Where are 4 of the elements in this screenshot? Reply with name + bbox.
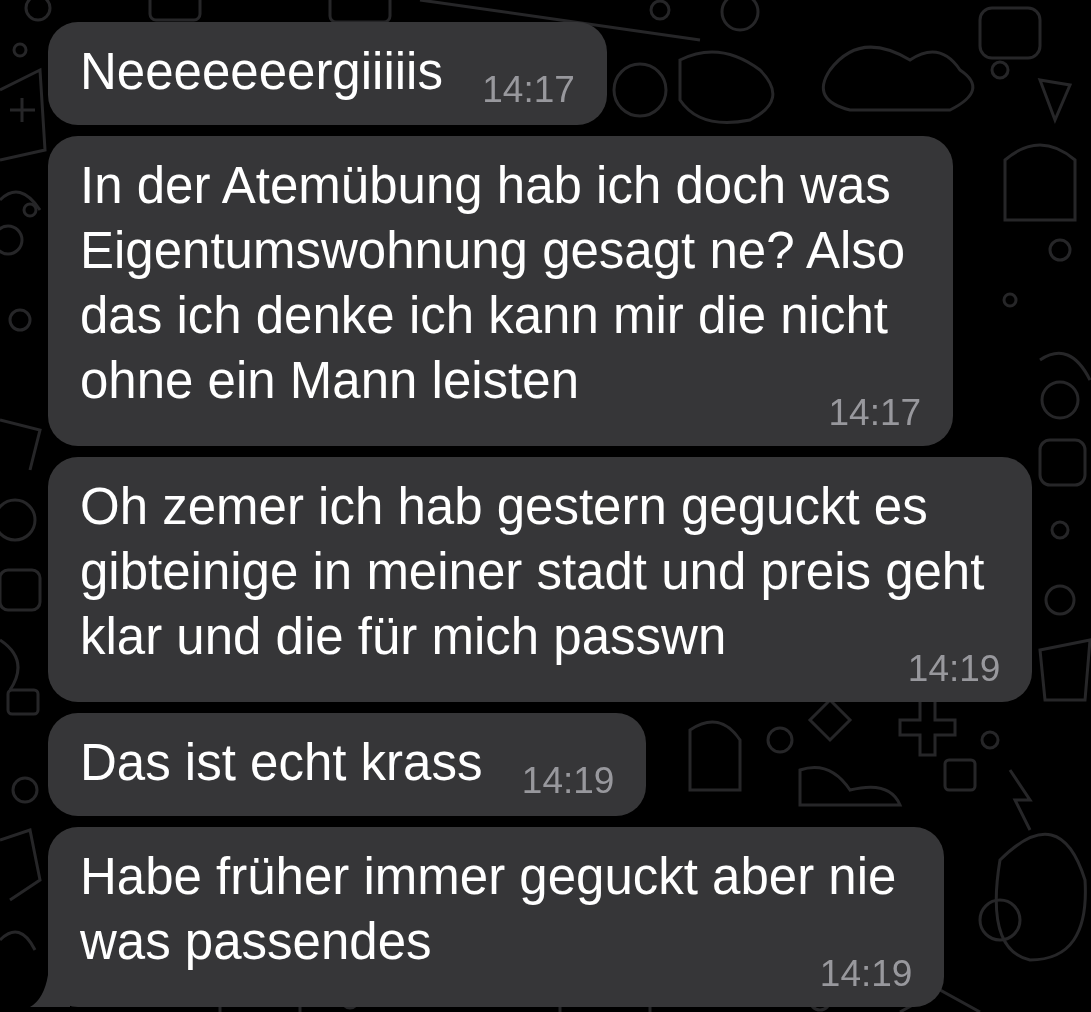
- message-time: 14:17: [482, 76, 575, 103]
- message-text: Neeeeeeergiiiiis: [80, 43, 443, 100]
- message-time: 14:19: [521, 767, 615, 794]
- message-text: Das ist echt krass: [80, 734, 483, 791]
